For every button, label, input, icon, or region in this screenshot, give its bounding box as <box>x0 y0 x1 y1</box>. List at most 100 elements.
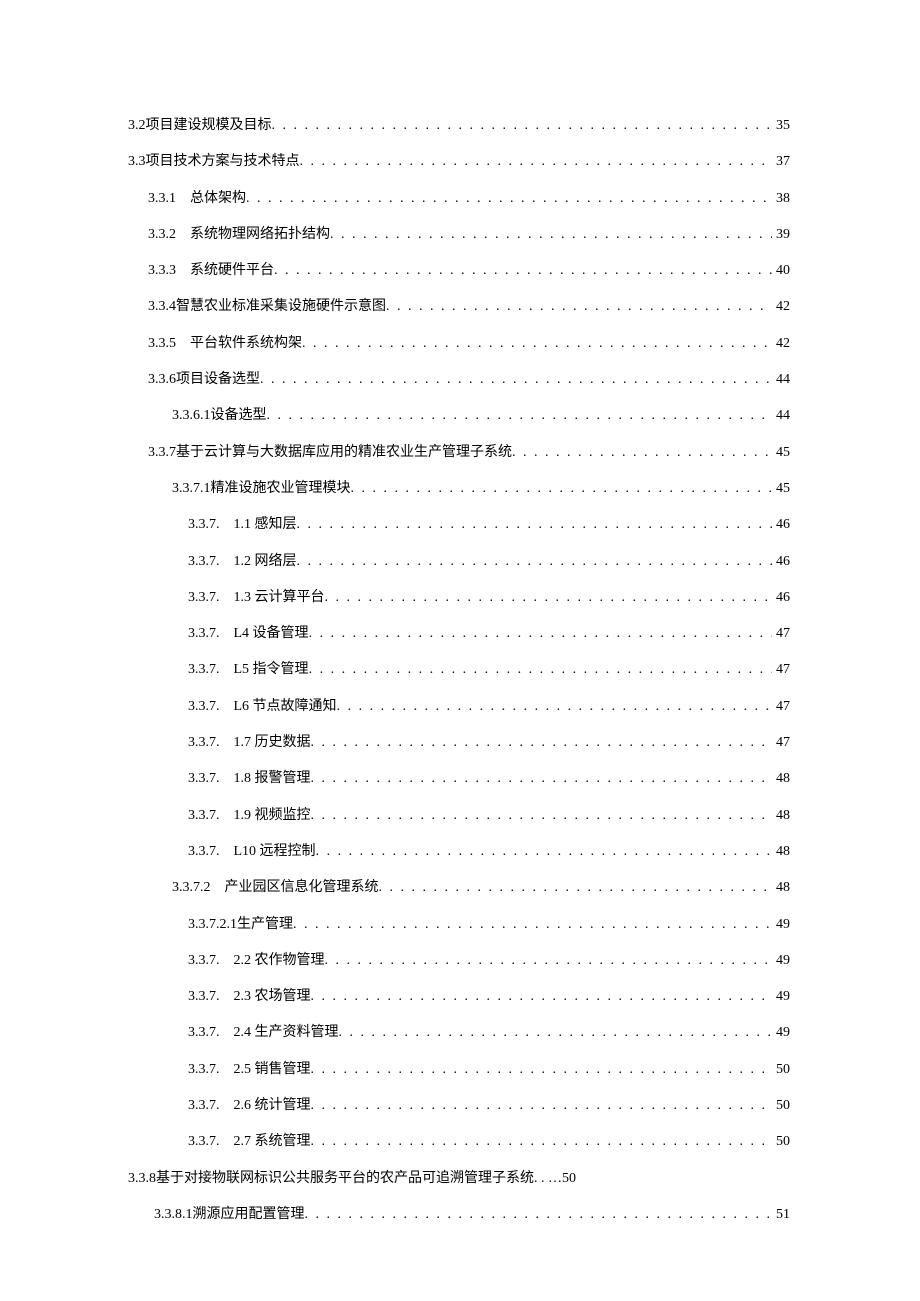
toc-entry: 3.3.7. 1.7 历史数据47 <box>128 735 790 752</box>
toc-title: 平台软件系统构架 <box>190 336 302 353</box>
toc-entry: 3.3.7 基于云计算与大数据库应用的精准农业生产管理子系统45 <box>128 445 790 462</box>
toc-entry: 3.3.5 平台软件系统构架42 <box>128 336 790 353</box>
toc-gap <box>220 699 234 716</box>
toc-leader-dots <box>274 263 772 280</box>
toc-number: 3.3.1 <box>148 191 176 208</box>
toc-gap <box>220 662 234 679</box>
toc-title: L4 设备管理 <box>234 626 309 643</box>
toc-number: 3.3.7. <box>188 1134 220 1151</box>
toc-leader-dots <box>272 118 773 135</box>
toc-number: 3.3.6.1 <box>172 408 211 425</box>
toc-entry: 3.3.7. 1.2 网络层46 <box>128 554 790 571</box>
toc-gap <box>220 590 234 607</box>
toc-page-number: 49 <box>772 1025 790 1042</box>
toc-gap <box>220 517 234 534</box>
toc-page-number: 44 <box>772 408 790 425</box>
toc-entry: 3.3.7. L6 节点故障通知47 <box>128 699 790 716</box>
toc-entry: 3.3.7. 2.7 系统管理50 <box>128 1134 790 1151</box>
toc-title: 1.9 视频监控 <box>234 808 311 825</box>
toc-gap <box>220 626 234 643</box>
toc-entry: 3.3.7. 2.6 统计管理 50 <box>128 1098 790 1115</box>
toc-entry: 3.3.7. L5 指令管理47 <box>128 662 790 679</box>
toc-leader-dots <box>351 481 773 498</box>
toc-page-number: 47 <box>772 662 790 679</box>
toc-title: 1.2 网络层 <box>234 554 297 571</box>
toc-entry: 3.3.8.1 溯源应用配置管理51 <box>128 1207 790 1224</box>
toc-page-number: 49 <box>772 917 790 934</box>
toc-entry: 3.3.8 基于对接物联网标识公共服务平台的农产品可追溯管理子系统. . …50 <box>128 1171 790 1188</box>
toc-title: 总体架构 <box>190 191 246 208</box>
toc-title: 1.8 报警管理 <box>234 771 311 788</box>
toc-number: 3.3.5 <box>148 336 176 353</box>
toc-number: 3.3.7. <box>188 1025 220 1042</box>
toc-number: 3.3.7. <box>188 662 220 679</box>
toc-leader-dots <box>311 989 773 1006</box>
toc-gap <box>220 1098 234 1115</box>
toc-number: 3.3.7 <box>148 445 176 462</box>
toc-title: 1.1 感知层 <box>234 517 297 534</box>
toc-page-number: 47 <box>772 735 790 752</box>
toc-page-number: 48 <box>772 844 790 861</box>
toc-entry: 3.3.2 系统物理网络拓扑结构39 <box>128 227 790 244</box>
toc-gap <box>211 880 225 897</box>
toc-title: 基于云计算与大数据库应用的精准农业生产管理子系统 <box>176 445 512 462</box>
toc-title: L10 远程控制 <box>234 844 316 861</box>
toc-page-number: 48 <box>772 880 790 897</box>
toc-number: 3.3.7.2.1 <box>188 917 237 934</box>
toc-leader-dots <box>325 590 773 607</box>
toc-leader-dots <box>311 771 773 788</box>
toc-entry: 3.3.6 项目设备选型44 <box>128 372 790 389</box>
toc-gap <box>220 554 234 571</box>
toc-number: 3.3.7. <box>188 808 220 825</box>
toc-entry: 3.3.7. 1.3 云计算平台46 <box>128 590 790 607</box>
toc-leader-dots <box>297 517 773 534</box>
toc-gap <box>220 1025 234 1042</box>
toc-number: 3.3.7. <box>188 771 220 788</box>
toc-leader-dots <box>316 844 772 861</box>
toc-entry: 3.3.1 总体架构38 <box>128 191 790 208</box>
toc-title: 精准设施农业管理模块 <box>211 481 351 498</box>
toc-title: 1.3 云计算平台 <box>234 590 325 607</box>
toc-number: 3.3.7.1 <box>172 481 211 498</box>
toc-number: 3.3 <box>128 154 146 171</box>
toc-title: 项目技术方案与技术特点 <box>146 154 300 171</box>
toc-gap <box>220 771 234 788</box>
toc-title: 2.4 生产资料管理 <box>234 1025 339 1042</box>
toc-title: 溯源应用配置管理 <box>193 1207 305 1224</box>
table-of-contents: 3.2 项目建设规模及目标353.3 项目技术方案与技术特点373.3.1 总体… <box>128 118 790 1224</box>
toc-page-number: 46 <box>772 554 790 571</box>
toc-entry: 3.3.7. L4 设备管理47 <box>128 626 790 643</box>
toc-entry: 3.3.7. 2.4 生产资料管理 49 <box>128 1025 790 1042</box>
toc-leader-dots <box>311 1098 773 1115</box>
toc-number: 3.3.4 <box>148 299 176 316</box>
toc-title: 系统物理网络拓扑结构 <box>190 227 330 244</box>
toc-title: 2.7 系统管理 <box>234 1134 311 1151</box>
toc-leader-dots <box>337 699 772 716</box>
toc-gap <box>220 844 234 861</box>
toc-gap <box>220 1134 234 1151</box>
toc-leader-dots <box>309 662 772 679</box>
toc-number: 3.3.7. <box>188 590 220 607</box>
toc-leader-dots <box>339 1025 773 1042</box>
toc-number: 3.3.7. <box>188 989 220 1006</box>
toc-number: 3.3.2 <box>148 227 176 244</box>
toc-gap <box>176 263 190 280</box>
toc-leader-dots <box>300 154 773 171</box>
toc-number: 3.3.7. <box>188 1098 220 1115</box>
toc-title: L6 节点故障通知 <box>234 699 337 716</box>
toc-entry: 3.3.7.2 产业园区信息化管理系统48 <box>128 880 790 897</box>
toc-entry: 3.3 项目技术方案与技术特点37 <box>128 154 790 171</box>
toc-number: 3.3.7. <box>188 1062 220 1079</box>
toc-page-number: 46 <box>772 517 790 534</box>
toc-number: 3.3.8.1 <box>154 1207 193 1224</box>
toc-title: 2.2 农作物管理 <box>234 953 325 970</box>
toc-title: 2.6 统计管理 <box>234 1098 311 1115</box>
toc-entry: 3.3.6.1 设备选型44 <box>128 408 790 425</box>
toc-leader-dots <box>325 953 773 970</box>
toc-gap <box>220 1062 234 1079</box>
toc-page-number: 50 <box>772 1098 790 1115</box>
toc-leader-dots <box>267 408 773 425</box>
toc-title: 1.7 历史数据 <box>234 735 311 752</box>
toc-entry: 3.3.7. 1.8 报警管理48 <box>128 771 790 788</box>
toc-number: 3.3.7. <box>188 699 220 716</box>
